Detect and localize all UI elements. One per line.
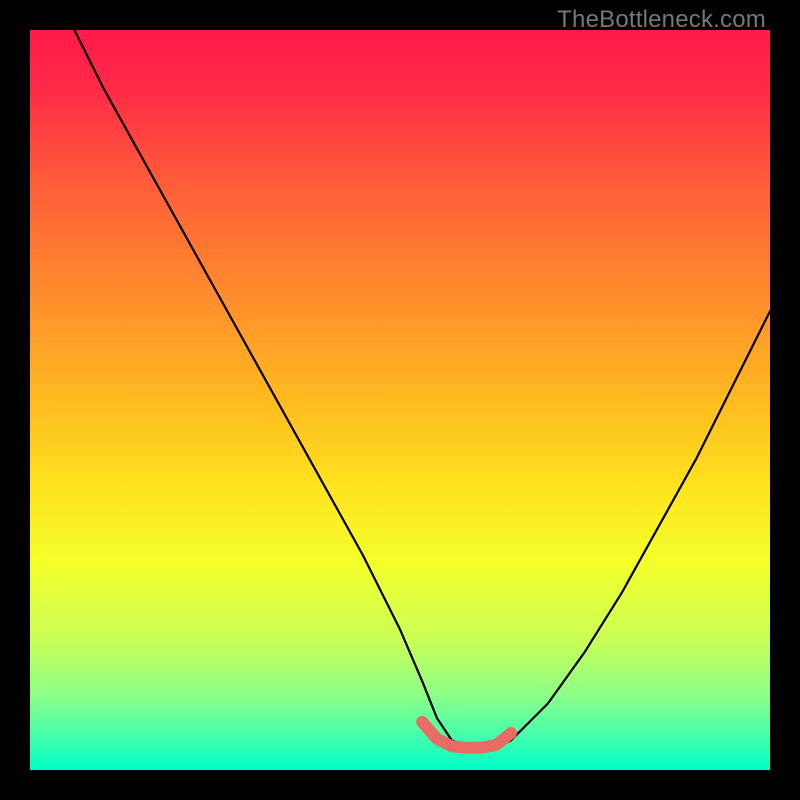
plot-area xyxy=(30,30,770,770)
bottleneck-curve xyxy=(74,30,770,748)
accent-segment xyxy=(422,722,511,748)
curve-layer xyxy=(30,30,770,770)
chart-frame: TheBottleneck.com xyxy=(0,0,800,800)
